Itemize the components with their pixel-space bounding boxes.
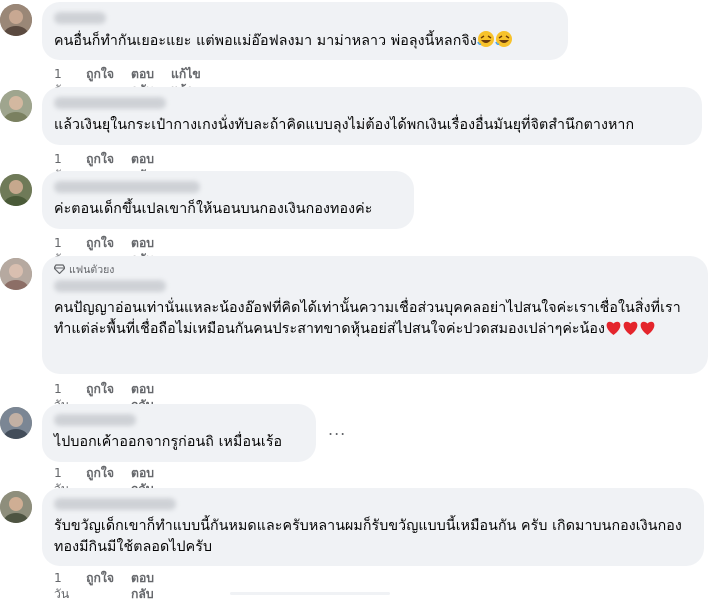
avatar[interactable] [0, 491, 32, 523]
more-options-button[interactable]: ... [328, 420, 346, 439]
avatar[interactable] [0, 258, 32, 290]
reply-button[interactable]: ตอบกลับ [131, 151, 154, 182]
comment-bubble: ค่ะตอนเด็กขึ้นเปลเขาก็ให้นอนบนกองเงินกอง… [42, 171, 414, 229]
timestamp[interactable]: 1 วัน [54, 570, 69, 601]
like-button[interactable]: ถูกใจ [86, 465, 114, 481]
comment-actions: 1 วัน ถูกใจ ตอบกลับ [54, 465, 171, 496]
avatar[interactable] [0, 4, 32, 36]
timestamp[interactable]: 1 วัน [54, 66, 69, 97]
comment-actions: 1 วัน ถูกใจ ตอบกลับ [54, 151, 171, 182]
rofl-emoji [495, 31, 512, 47]
comment-bubble: รับขวัญเด็กเขาก็ทำแบบนี้กันหมดและครับหลา… [42, 488, 704, 566]
heart-emoji [606, 321, 621, 335]
avatar[interactable] [0, 407, 32, 439]
like-button[interactable]: ถูกใจ [86, 66, 114, 82]
reply-button[interactable]: ตอบกลับ [131, 381, 154, 412]
author-name[interactable] [54, 414, 136, 426]
author-name[interactable] [54, 280, 166, 292]
timestamp[interactable]: 1 วัน [54, 381, 69, 412]
reply-button[interactable]: ตอบกลับ [131, 66, 154, 97]
comment-bubble: แล้วเงินยุในกระเป๋ากางเกงนั่งทับละถ้าคิด… [42, 87, 702, 145]
avatar[interactable] [0, 174, 32, 206]
comment-actions: 1 วัน ถูกใจ ตอบกลับ [54, 235, 171, 266]
comment-text: แล้วเงินยุในกระเป๋ากางเกงนั่งทับละถ้าคิด… [54, 117, 635, 133]
comment-text: ค่ะตอนเด็กขึ้นเปลเขาก็ให้นอนบนกองเงินกอง… [54, 201, 373, 217]
author-name[interactable] [54, 97, 166, 109]
badge-label: แฟนตัวยง [69, 263, 115, 276]
author-name[interactable] [54, 181, 200, 193]
comment-actions: 1 วัน ถูกใจ ตอบกลับ [54, 381, 171, 412]
heart-emoji [623, 321, 638, 335]
diamond-icon [54, 264, 65, 274]
timestamp[interactable]: 1 วัน [54, 151, 69, 182]
reply-button[interactable]: ตอบกลับ [131, 465, 154, 496]
comment-text: ไปบอกเค้าออกจากรูก่อนถิ เหมื่อนเร้อ [54, 434, 283, 450]
like-button[interactable]: ถูกใจ [86, 151, 114, 167]
comment-actions: 1 วัน ถูกใจ ตอบกลับ [54, 570, 171, 601]
rofl-emoji [477, 31, 494, 47]
heart-emoji [640, 321, 655, 335]
reply-button[interactable]: ตอบกลับ [131, 235, 154, 266]
top-fan-badge[interactable]: แฟนตัวยง [54, 262, 696, 276]
like-button[interactable]: ถูกใจ [86, 235, 114, 251]
reply-button[interactable]: ตอบกลับ [131, 570, 154, 601]
comment-actions: 1 วัน ถูกใจ ตอบกลับ แก้ไขแล้ว [54, 66, 218, 97]
comment-text: รับขวัญเด็กเขาก็ทำแบบนี้กันหมดและครับหลา… [54, 518, 682, 555]
author-name[interactable] [54, 498, 176, 510]
timestamp[interactable]: 1 วัน [54, 465, 69, 496]
like-button[interactable]: ถูกใจ [86, 381, 114, 397]
comment-bubble: คนอื่นก็ทำกันเยอะแยะ แต่พอแม่อ๊อฟลงมา มา… [42, 2, 568, 60]
comment-bubble: ไปบอกเค้าออกจากรูก่อนถิ เหมื่อนเร้อ [42, 404, 316, 462]
edited-label[interactable]: แก้ไขแล้ว [171, 66, 201, 97]
avatar[interactable] [0, 90, 32, 122]
comment-text: คนอื่นก็ทำกันเยอะแยะ แต่พอแม่อ๊อฟลงมา มา… [54, 30, 556, 52]
like-button[interactable]: ถูกใจ [86, 570, 114, 586]
timestamp[interactable]: 1 วัน [54, 235, 69, 266]
comment-bubble: แฟนตัวยง คนปัญญาอ่อนเท่านั่นแหละน้องอ๊อฟ… [42, 256, 708, 374]
comment-text: คนปัญญาอ่อนเท่านั่นแหละน้องอ๊อฟที่คิดได้… [54, 300, 681, 337]
author-name[interactable] [54, 12, 106, 24]
